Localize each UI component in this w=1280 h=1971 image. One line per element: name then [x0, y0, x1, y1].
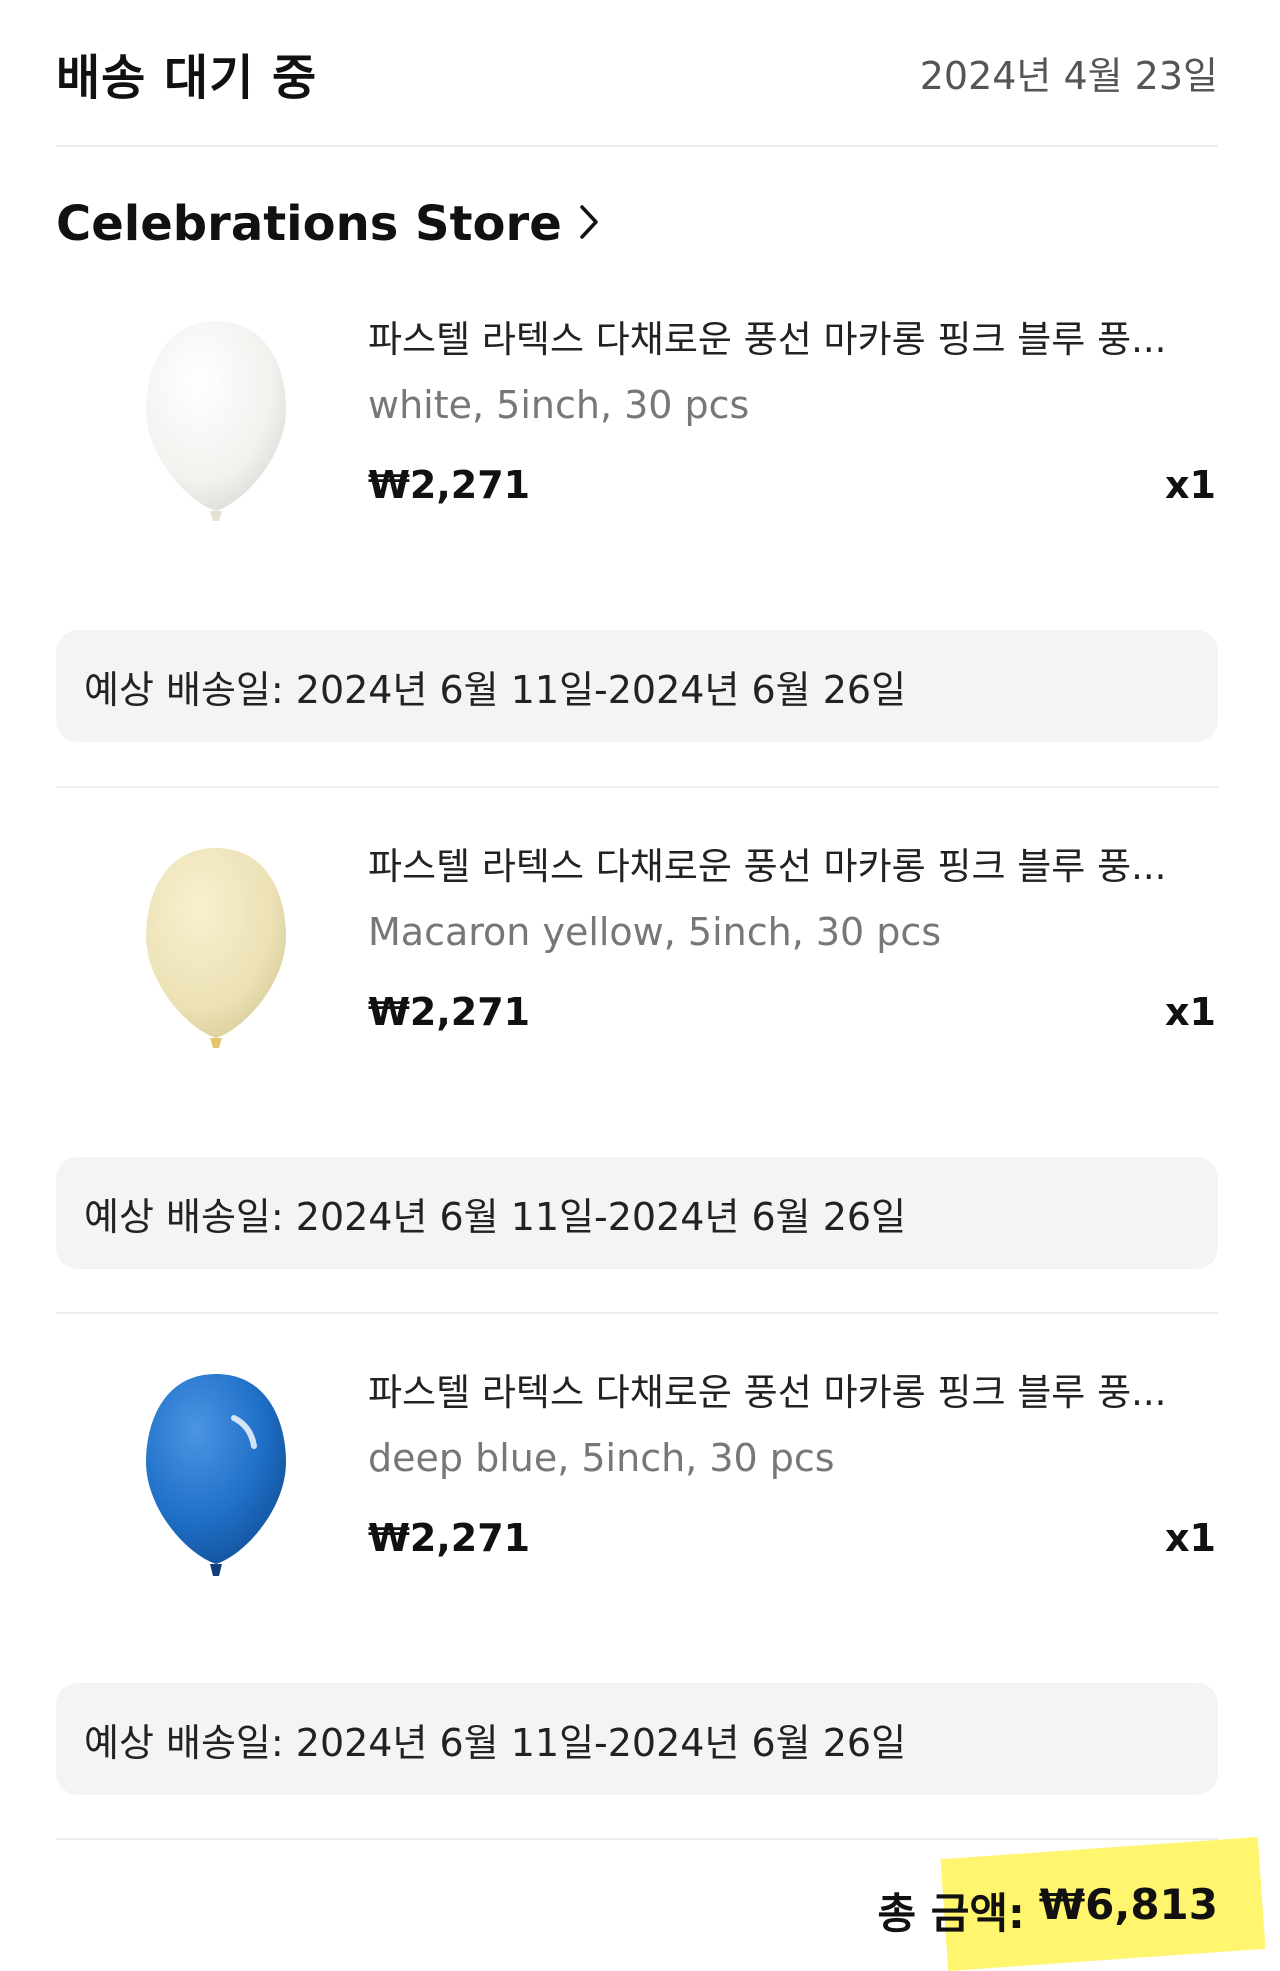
order-item[interactable]: 파스텔 라텍스 다채로운 풍선 마카롱 핑크 블루 풍... white, 5i…	[56, 305, 1218, 535]
product-title[interactable]: 파스텔 라텍스 다채로운 풍선 마카롱 핑크 블루 풍...	[368, 1362, 1218, 1416]
item-divider	[56, 1838, 1218, 1840]
product-option: white, 5inch, 30 pcs	[368, 383, 750, 427]
order-date: 2024년 4월 23일	[919, 54, 1218, 98]
product-quantity: x1	[1165, 1516, 1216, 1560]
estimated-delivery-text: 예상 배송일: 2024년 6월 11일-2024년 6월 26일	[84, 667, 907, 712]
product-price: ₩2,271	[368, 463, 531, 507]
product-option: Macaron yellow, 5inch, 30 pcs	[368, 910, 942, 954]
product-quantity: x1	[1165, 463, 1216, 507]
balloon-icon	[146, 1374, 286, 1576]
order-card: 배송 대기 중 2024년 4월 23일 Celebrations Store	[0, 0, 1280, 1971]
product-image[interactable]	[96, 305, 336, 535]
product-image[interactable]	[96, 1358, 336, 1588]
total-amount: ₩6,813	[1038, 1880, 1218, 1929]
balloon-icon	[146, 848, 286, 1048]
store-name: Celebrations Store	[56, 196, 562, 252]
estimated-delivery: 예상 배송일: 2024년 6월 11일-2024년 6월 26일	[56, 1683, 1218, 1795]
item-divider	[56, 1312, 1218, 1314]
order-total: 총 금액: ₩6,813	[877, 1880, 1218, 1941]
product-quantity: x1	[1165, 990, 1216, 1034]
store-link[interactable]: Celebrations Store	[56, 196, 600, 252]
chevron-right-icon	[578, 203, 600, 245]
product-price: ₩2,271	[368, 990, 531, 1034]
order-item[interactable]: 파스텔 라텍스 다채로운 풍선 마카롱 핑크 블루 풍... Macaron y…	[56, 832, 1218, 1062]
estimated-delivery: 예상 배송일: 2024년 6월 11일-2024년 6월 26일	[56, 1157, 1218, 1269]
estimated-delivery-text: 예상 배송일: 2024년 6월 11일-2024년 6월 26일	[84, 1194, 907, 1239]
product-price: ₩2,271	[368, 1516, 531, 1560]
estimated-delivery-text: 예상 배송일: 2024년 6월 11일-2024년 6월 26일	[84, 1720, 907, 1765]
order-status: 배송 대기 중	[56, 49, 318, 106]
order-item[interactable]: 파스텔 라텍스 다채로운 풍선 마카롱 핑크 블루 풍... deep blue…	[56, 1358, 1218, 1588]
product-option: deep blue, 5inch, 30 pcs	[368, 1436, 835, 1480]
order-header: 배송 대기 중 2024년 4월 23일	[56, 0, 1218, 147]
product-title[interactable]: 파스텔 라텍스 다채로운 풍선 마카롱 핑크 블루 풍...	[368, 836, 1218, 890]
estimated-delivery: 예상 배송일: 2024년 6월 11일-2024년 6월 26일	[56, 630, 1218, 742]
balloon-icon	[146, 321, 286, 521]
product-image[interactable]	[96, 832, 336, 1062]
item-divider	[56, 786, 1218, 788]
total-label: 총 금액:	[877, 1889, 1025, 1938]
product-title[interactable]: 파스텔 라텍스 다채로운 풍선 마카롱 핑크 블루 풍...	[368, 309, 1218, 363]
